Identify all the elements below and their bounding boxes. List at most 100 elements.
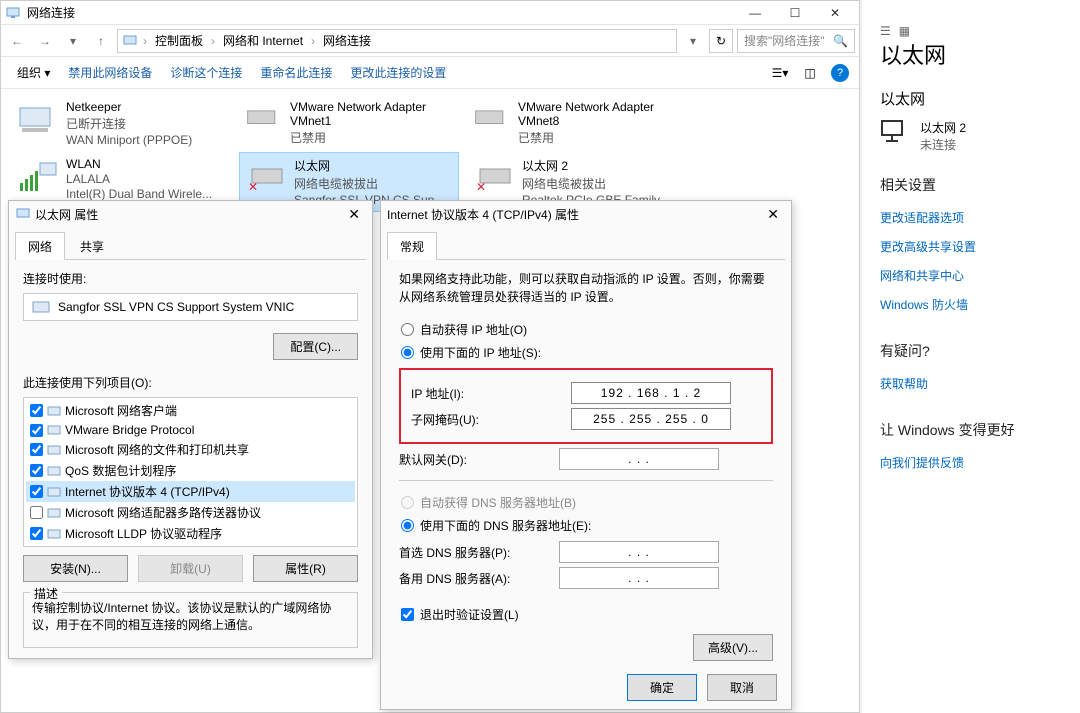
connect-via-label: 连接时使用: bbox=[23, 270, 358, 287]
ipv4-title: Internet 协议版本 4 (TCP/IPv4) 属性 bbox=[387, 206, 579, 223]
view-options-icon[interactable]: ☰▾ bbox=[769, 62, 791, 84]
rename-connection[interactable]: 重命名此连接 bbox=[252, 60, 340, 85]
manual-dns-radio[interactable]: 使用下面的 DNS 服务器地址(E): bbox=[399, 514, 773, 537]
adapter-status: 已断开连接 bbox=[66, 115, 192, 132]
link-firewall[interactable]: Windows 防火墙 bbox=[880, 290, 1062, 319]
grid-view-icon[interactable]: ▦ bbox=[899, 24, 910, 38]
bc-page[interactable]: 网络连接 bbox=[320, 32, 374, 49]
breadcrumb[interactable]: › 控制面板 › 网络和 Internet › 网络连接 bbox=[117, 29, 677, 53]
adapter-item[interactable]: Netkeeper 已断开连接 WAN Miniport (PPPOE) bbox=[11, 95, 231, 152]
ip-address-input[interactable]: 192 . 168 . 1 . 2 bbox=[571, 382, 731, 404]
preview-pane-icon[interactable]: ◫ bbox=[799, 62, 821, 84]
auto-ip-radio[interactable]: 自动获得 IP 地址(O) bbox=[399, 318, 773, 341]
link-sharing-options[interactable]: 更改高级共享设置 bbox=[880, 232, 1062, 261]
close-button[interactable]: ✕ bbox=[761, 206, 785, 223]
ip-label: IP 地址(I): bbox=[411, 385, 571, 402]
install-button[interactable]: 安装(N)... bbox=[23, 555, 128, 582]
protocol-label: Internet 协议版本 6 (TCP/IPv6) bbox=[65, 546, 230, 547]
svg-text:✕: ✕ bbox=[248, 180, 258, 194]
refresh-button[interactable]: ↻ bbox=[709, 29, 733, 53]
properties-button[interactable]: 属性(R) bbox=[253, 555, 358, 582]
adapter-item[interactable]: VMware Network Adapter VMnet8 已禁用 bbox=[467, 95, 687, 152]
subnet-input[interactable]: 255 . 255 . 255 . 0 bbox=[571, 408, 731, 430]
ethernet-icon: ✕ bbox=[244, 157, 288, 197]
protocol-icon bbox=[47, 464, 61, 478]
link-network-center[interactable]: 网络和共享中心 bbox=[880, 261, 1062, 290]
link-adapter-options[interactable]: 更改适配器选项 bbox=[880, 203, 1062, 232]
breadcrumb-dropdown[interactable]: ▾ bbox=[681, 29, 705, 53]
up-button[interactable]: ↑ bbox=[89, 29, 113, 53]
gateway-label: 默认网关(D): bbox=[399, 451, 559, 468]
link-get-help[interactable]: 获取帮助 bbox=[880, 369, 1062, 398]
adapter-item[interactable]: VMware Network Adapter VMnet1 已禁用 bbox=[239, 95, 459, 152]
adapter-value: Sangfor SSL VPN CS Support System VNIC bbox=[58, 300, 294, 314]
dns1-input[interactable]: . . . bbox=[559, 541, 719, 563]
subnet-label: 子网掩码(U): bbox=[411, 411, 571, 428]
organize-menu[interactable]: 组织 ▾ bbox=[9, 60, 58, 85]
protocol-row[interactable]: Internet 协议版本 4 (TCP/IPv4) bbox=[26, 481, 355, 502]
ipv4-properties-dialog: Internet 协议版本 4 (TCP/IPv4) 属性 ✕ 常规 如果网络支… bbox=[380, 200, 792, 710]
tab-network[interactable]: 网络 bbox=[15, 232, 65, 260]
history-chevron-icon[interactable]: ▾ bbox=[61, 29, 85, 53]
search-icon[interactable]: 🔍 bbox=[833, 34, 848, 48]
protocol-checkbox[interactable] bbox=[30, 443, 43, 456]
adapter-icon bbox=[244, 100, 284, 136]
advanced-button[interactable]: 高级(V)... bbox=[693, 634, 773, 661]
protocol-checkbox[interactable] bbox=[30, 527, 43, 540]
bc-root[interactable]: 控制面板 bbox=[152, 32, 206, 49]
protocol-row[interactable]: Microsoft 网络的文件和打印机共享 bbox=[26, 439, 355, 460]
minimize-button[interactable]: — bbox=[735, 1, 775, 25]
diagnose-connection[interactable]: 诊断这个连接 bbox=[162, 60, 250, 85]
sidebar-adapter[interactable]: 以太网 2 未连接 bbox=[880, 119, 1062, 153]
protocol-list[interactable]: Microsoft 网络客户端 VMware Bridge Protocol M… bbox=[23, 397, 358, 547]
protocol-row[interactable]: Microsoft 网络客户端 bbox=[26, 400, 355, 421]
protocol-row[interactable]: Microsoft LLDP 协议驱动程序 bbox=[26, 523, 355, 544]
protocol-row[interactable]: Internet 协议版本 6 (TCP/IPv6) bbox=[26, 544, 355, 547]
tab-general[interactable]: 常规 bbox=[387, 232, 437, 260]
adapter-status: 网络电缆被拔出 bbox=[294, 175, 444, 192]
adapter-status: LALALA bbox=[66, 172, 212, 186]
props-titlebar: 以太网 属性 ✕ bbox=[9, 201, 372, 227]
auto-dns-label: 自动获得 DNS 服务器地址(B) bbox=[420, 494, 576, 511]
protocol-row[interactable]: Microsoft 网络适配器多路传送器协议 bbox=[26, 502, 355, 523]
protocol-checkbox[interactable] bbox=[30, 424, 43, 437]
ok-button[interactable]: 确定 bbox=[627, 674, 697, 701]
close-button[interactable]: ✕ bbox=[815, 1, 855, 25]
close-button[interactable]: ✕ bbox=[342, 206, 366, 223]
change-settings[interactable]: 更改此连接的设置 bbox=[342, 60, 454, 85]
adapter-desc: Intel(R) Dual Band Wirele... bbox=[66, 187, 212, 201]
validate-checkbox[interactable]: 退出时验证设置(L) bbox=[399, 603, 773, 626]
bc-sep: › bbox=[140, 34, 150, 48]
protocol-icon bbox=[47, 443, 61, 457]
bc-section[interactable]: 网络和 Internet bbox=[220, 32, 306, 49]
search-input[interactable]: 搜索"网络连接" 🔍 bbox=[737, 29, 855, 53]
ipv4-tabs: 常规 bbox=[387, 231, 785, 260]
sidebar-adapter-status: 未连接 bbox=[920, 136, 966, 153]
gateway-input[interactable]: . . . bbox=[559, 448, 719, 470]
link-feedback[interactable]: 向我们提供反馈 bbox=[880, 448, 1062, 477]
adapter-status: 已禁用 bbox=[518, 129, 682, 146]
ip-highlight-box: IP 地址(I):192 . 168 . 1 . 2 子网掩码(U):255 .… bbox=[399, 368, 773, 444]
protocol-label: VMware Bridge Protocol bbox=[65, 423, 194, 437]
bc-sep: › bbox=[208, 34, 218, 48]
auto-dns-radio: 自动获得 DNS 服务器地址(B) bbox=[399, 491, 773, 514]
tab-share[interactable]: 共享 bbox=[67, 232, 117, 260]
protocol-checkbox[interactable] bbox=[30, 506, 43, 519]
manual-ip-radio[interactable]: 使用下面的 IP 地址(S): bbox=[399, 341, 773, 364]
protocol-row[interactable]: QoS 数据包计划程序 bbox=[26, 460, 355, 481]
maximize-button[interactable]: ☐ bbox=[775, 1, 815, 25]
dns2-input[interactable]: . . . bbox=[559, 567, 719, 589]
back-button[interactable]: ← bbox=[5, 29, 29, 53]
dns2-label: 备用 DNS 服务器(A): bbox=[399, 570, 559, 587]
configure-button[interactable]: 配置(C)... bbox=[273, 333, 358, 360]
help-icon[interactable]: ? bbox=[829, 62, 851, 84]
search-placeholder: 搜索"网络连接" bbox=[744, 32, 825, 49]
disable-device[interactable]: 禁用此网络设备 bbox=[60, 60, 160, 85]
cancel-button[interactable]: 取消 bbox=[707, 674, 777, 701]
protocol-checkbox[interactable] bbox=[30, 485, 43, 498]
protocol-checkbox[interactable] bbox=[30, 404, 43, 417]
forward-button[interactable]: → bbox=[33, 29, 57, 53]
protocol-row[interactable]: VMware Bridge Protocol bbox=[26, 421, 355, 439]
list-view-icon[interactable]: ☰ bbox=[880, 24, 891, 38]
protocol-checkbox[interactable] bbox=[30, 464, 43, 477]
